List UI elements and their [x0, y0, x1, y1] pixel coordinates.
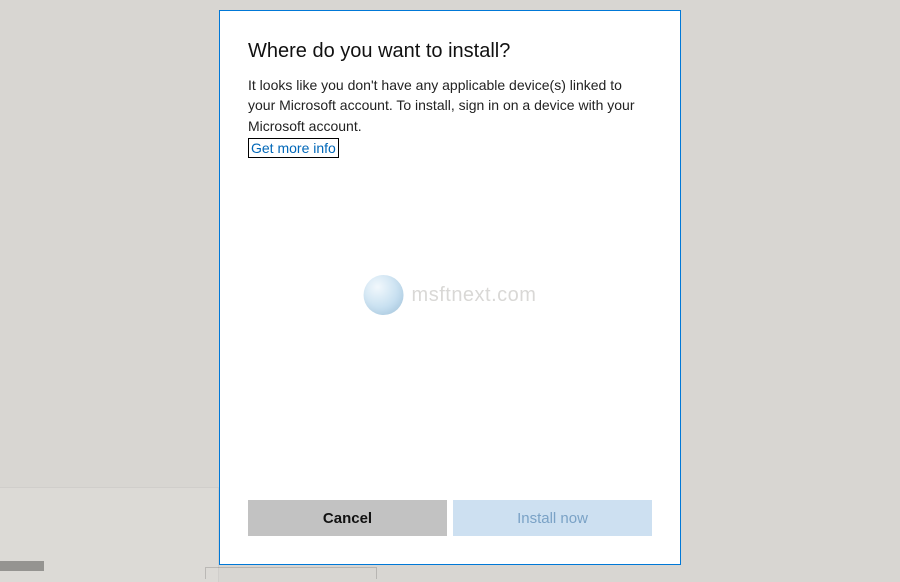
viewport: Where do you want to install? It looks l… — [0, 0, 900, 582]
globe-icon — [364, 275, 404, 315]
dialog-body-text: It looks like you don't have any applica… — [248, 75, 652, 136]
background-window-fragment — [205, 567, 377, 579]
button-bar: Cancel Install now — [220, 500, 680, 564]
watermark-text: msftnext.com — [412, 284, 537, 307]
background-window-fragment — [0, 561, 44, 571]
cancel-button[interactable]: Cancel — [248, 500, 447, 536]
watermark: msftnext.com — [364, 275, 537, 315]
dialog-title: Where do you want to install? — [248, 39, 652, 63]
info-link-container: Get more info — [248, 138, 652, 158]
install-dialog: Where do you want to install? It looks l… — [219, 10, 681, 565]
get-more-info-link[interactable]: Get more info — [248, 138, 339, 158]
install-now-button[interactable]: Install now — [453, 500, 652, 536]
dialog-content: Where do you want to install? It looks l… — [220, 11, 680, 500]
